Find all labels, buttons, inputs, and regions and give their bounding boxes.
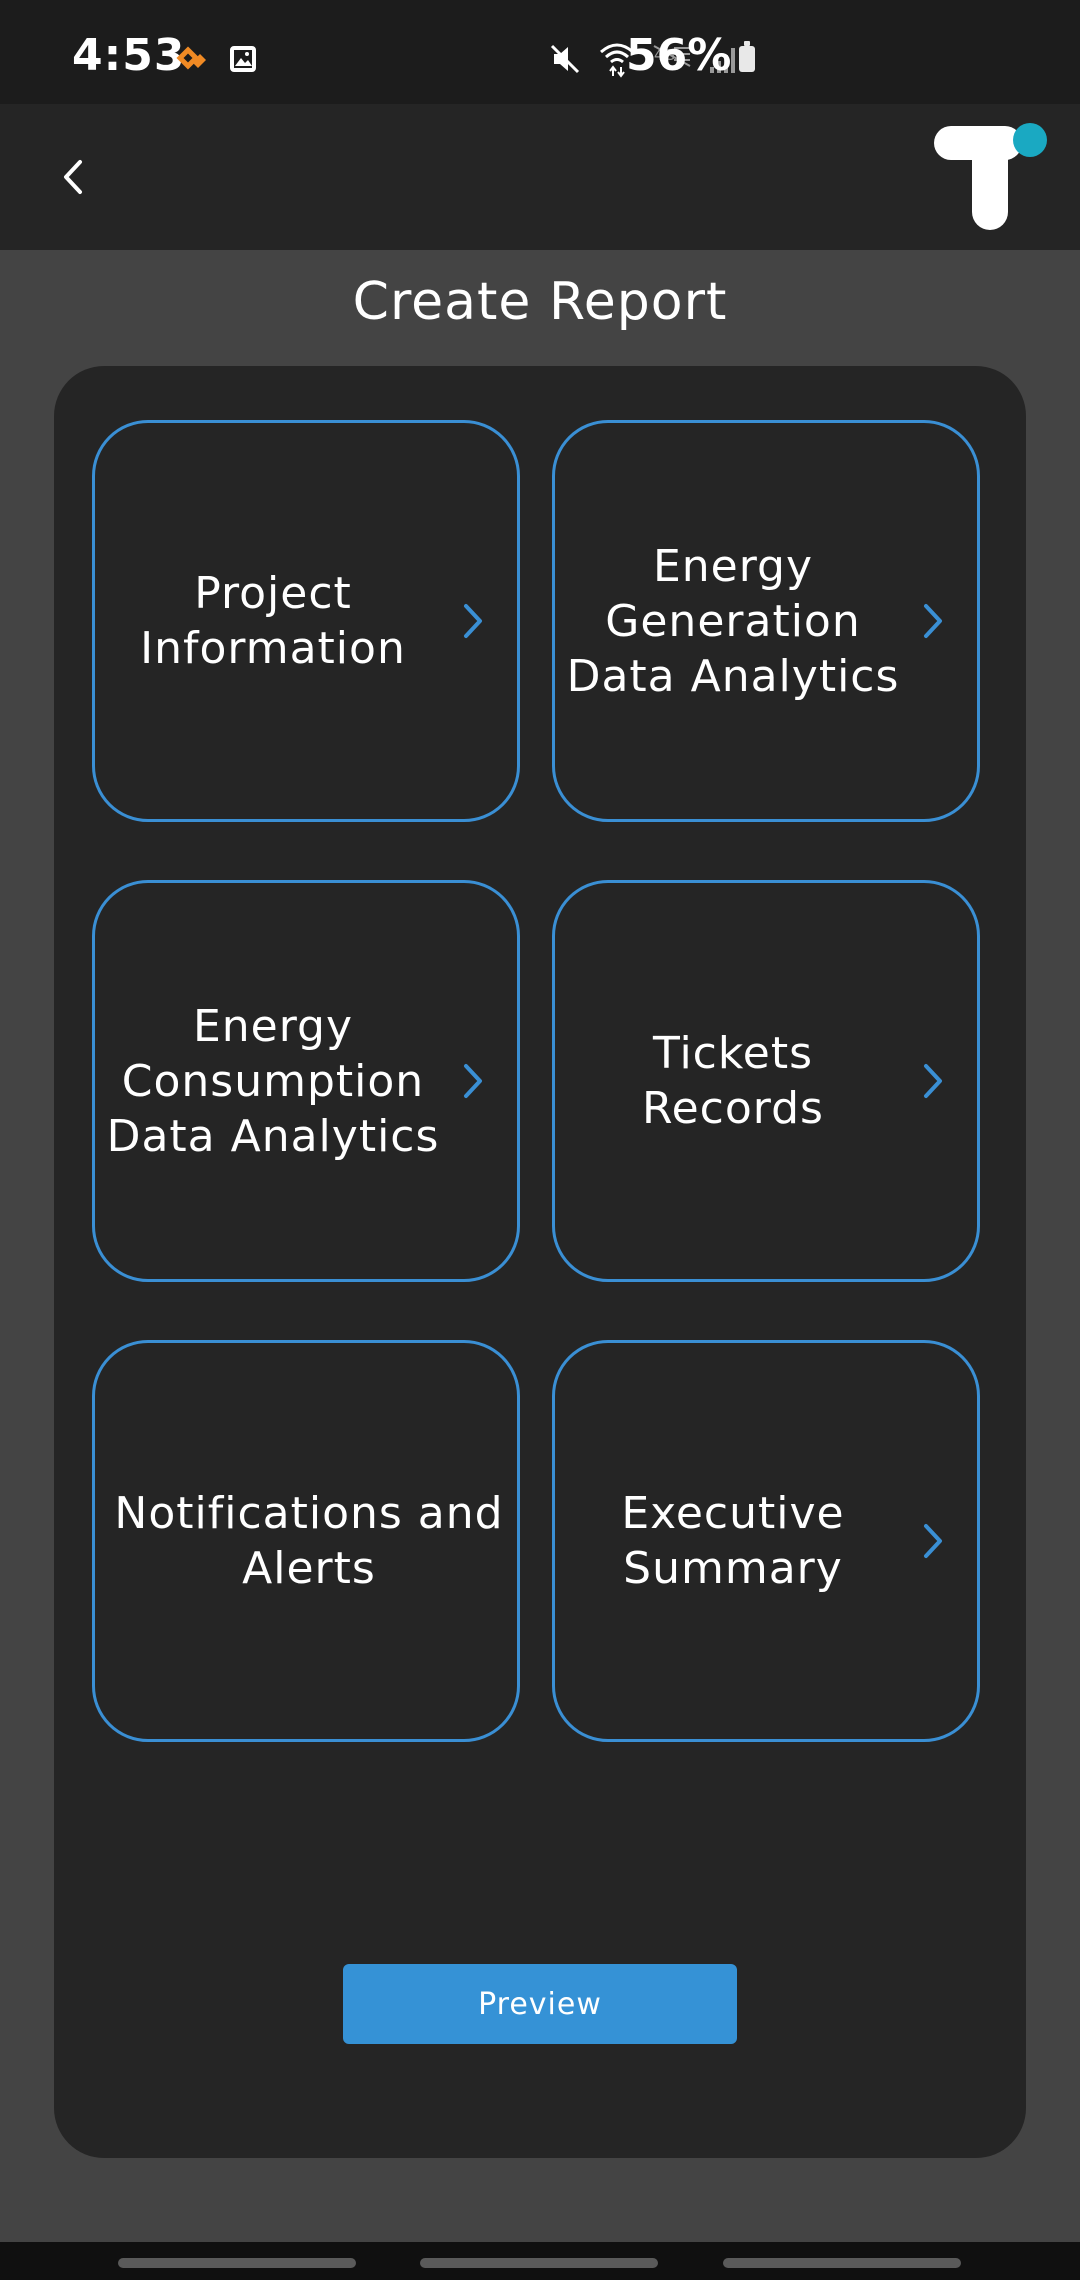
- chevron-right-icon: [464, 1064, 482, 1098]
- battery-status: 56%: [626, 30, 756, 81]
- card-tickets-records[interactable]: Tickets Records: [552, 880, 980, 1282]
- app-notification-icon: [176, 44, 210, 78]
- chevron-right-icon: [924, 1524, 942, 1558]
- card-label: Energy Generation Data Analytics: [566, 540, 900, 702]
- navigation-bar: [0, 2242, 1080, 2280]
- chevron-left-icon: [64, 160, 82, 194]
- card-label: Tickets Records: [642, 1028, 824, 1134]
- battery-percent: 56%: [626, 30, 732, 81]
- back-button[interactable]: [36, 140, 110, 214]
- chevron-right-icon: [464, 604, 482, 638]
- battery-icon: [739, 40, 756, 72]
- page-title: Create Report: [352, 272, 728, 332]
- mute-icon: [548, 42, 582, 80]
- card-label: Notifications and Alerts: [114, 1488, 504, 1594]
- nav-handle[interactable]: [420, 2258, 658, 2268]
- card-energy-consumption[interactable]: Energy Consumption Data Analytics: [92, 880, 520, 1282]
- chevron-right-icon: [924, 604, 942, 638]
- app-header: [0, 104, 1080, 250]
- status-time: 4:53: [72, 30, 186, 81]
- screen: 4:53 4G 56% Create Report Project Inform…: [0, 0, 1080, 2280]
- card-executive-summary[interactable]: Executive Summary: [552, 1340, 980, 1742]
- card-label: Energy Consumption Data Analytics: [106, 1000, 440, 1162]
- preview-button[interactable]: Preview: [343, 1964, 737, 2044]
- card-label: Executive Summary: [621, 1488, 845, 1594]
- card-notifications-alerts[interactable]: Notifications and Alerts: [92, 1340, 520, 1742]
- card-label: Project Information: [140, 568, 406, 674]
- card-project-information[interactable]: Project Information: [92, 420, 520, 822]
- status-bar: 4:53 4G 56%: [0, 0, 1080, 104]
- status-icons-left: [176, 44, 258, 78]
- nav-handle[interactable]: [118, 2258, 356, 2268]
- report-sections-panel: Project Information Energy Generation Da…: [54, 366, 1026, 2158]
- nav-handle[interactable]: [723, 2258, 961, 2268]
- chevron-right-icon: [924, 1064, 942, 1098]
- gallery-icon: [228, 44, 258, 78]
- brand-logo: [932, 118, 1056, 238]
- card-energy-generation[interactable]: Energy Generation Data Analytics: [552, 420, 980, 822]
